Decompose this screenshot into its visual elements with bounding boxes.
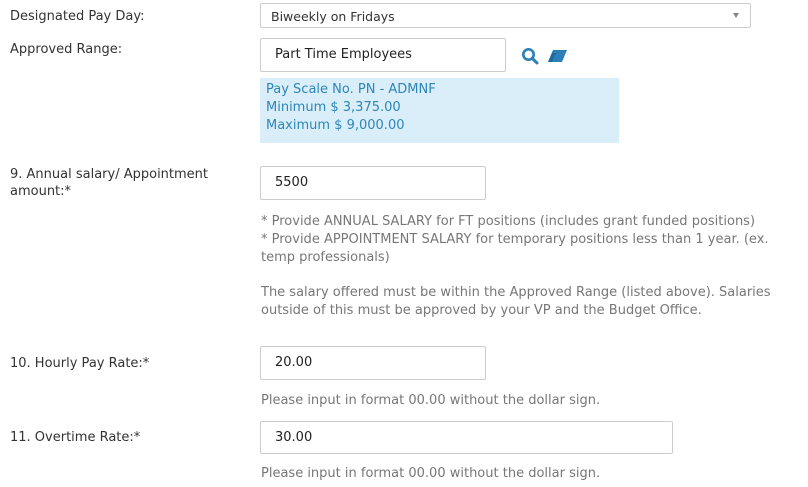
designated-pay-day-value: Biweekly on Fridays (271, 9, 395, 24)
designated-pay-day-label: Designated Pay Day: (10, 9, 145, 24)
chevron-down-icon (733, 13, 739, 18)
hourly-pay-rate-input[interactable]: 20.00 (260, 346, 486, 380)
designated-pay-day-select[interactable]: Biweekly on Fridays (260, 3, 751, 28)
pay-scale-minimum: Minimum $ 3,375.00 (266, 100, 401, 115)
hourly-pay-rate-value: 20.00 (275, 355, 313, 370)
hourly-pay-rate-label: 10. Hourly Pay Rate:* (10, 356, 150, 371)
annual-salary-help: * Provide ANNUAL SALARY for FT positions… (261, 213, 769, 267)
overtime-rate-help: Please input in format 00.00 without the… (261, 466, 601, 481)
overtime-rate-value: 30.00 (275, 430, 313, 445)
hourly-pay-rate-help: Please input in format 00.00 without the… (261, 393, 601, 408)
salary-range-note-line: The salary offered must be within the Ap… (261, 285, 771, 300)
pay-scale-number: Pay Scale No. PN - ADMNF (266, 82, 436, 97)
annual-salary-input[interactable]: 5500 (260, 166, 486, 200)
pay-scale-info-box: Pay Scale No. PN - ADMNF Minimum $ 3,375… (260, 78, 619, 143)
approved-range-input[interactable]: Part Time Employees (260, 38, 506, 72)
annual-salary-help-line: temp professionals) (261, 250, 390, 265)
overtime-rate-input[interactable]: 30.00 (260, 421, 673, 454)
eraser-icon[interactable] (547, 49, 569, 65)
annual-salary-label-line1: 9. Annual salary/ Appointment (10, 167, 209, 182)
annual-salary-label: 9. Annual salary/ Appointment amount:* (10, 166, 208, 200)
salary-range-note-line: outside of this must be approved by your… (261, 303, 702, 318)
annual-salary-label-line2: amount:* (10, 184, 72, 199)
approved-range-label: Approved Range: (10, 42, 123, 57)
search-icon[interactable] (521, 47, 539, 65)
salary-range-note: The salary offered must be within the Ap… (261, 284, 771, 320)
annual-salary-help-line: * Provide ANNUAL SALARY for FT positions… (261, 214, 756, 229)
annual-salary-help-line: * Provide APPOINTMENT SALARY for tempora… (261, 232, 769, 247)
approved-range-value: Part Time Employees (275, 47, 412, 62)
overtime-rate-label: 11. Overtime Rate:* (10, 430, 141, 445)
annual-salary-value: 5500 (275, 175, 309, 190)
pay-scale-maximum: Maximum $ 9,000.00 (266, 118, 405, 133)
